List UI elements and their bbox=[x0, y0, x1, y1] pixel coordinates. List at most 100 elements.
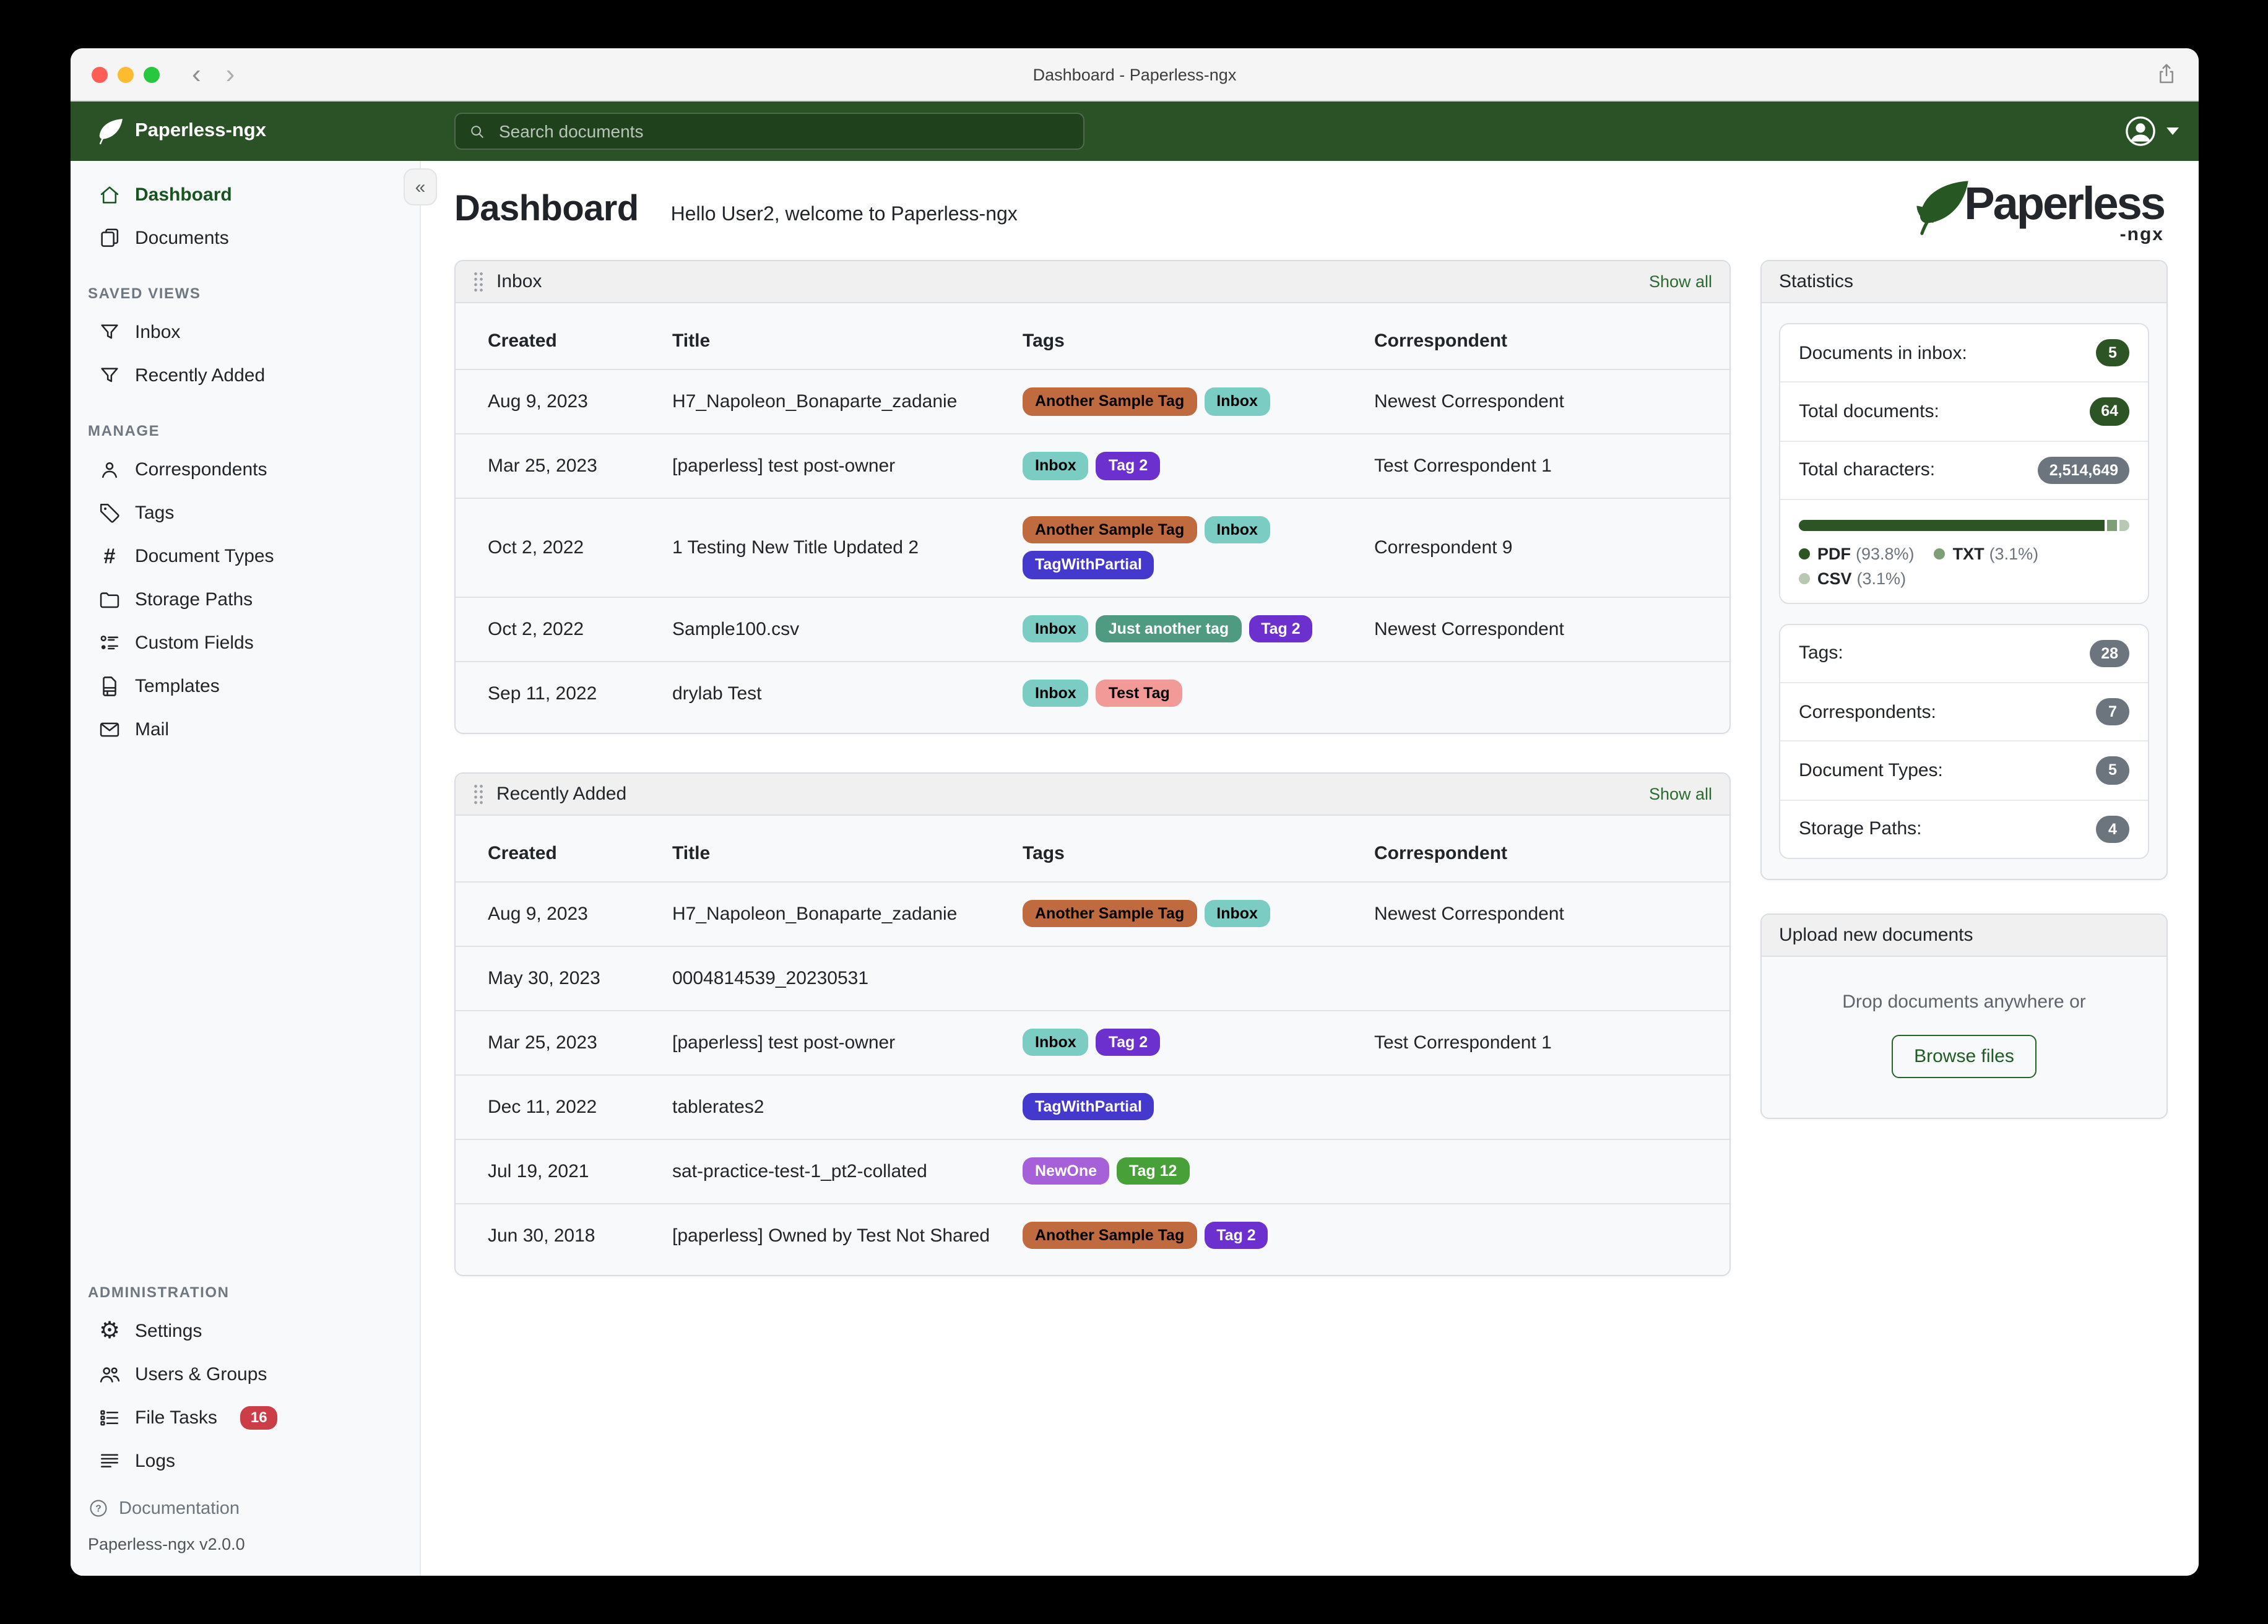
sidebar-item-dashboard[interactable]: Dashboard bbox=[71, 173, 420, 217]
sidebar-item-custom-fields[interactable]: Custom Fields bbox=[71, 621, 420, 665]
tag-pill[interactable]: Inbox bbox=[1204, 388, 1270, 416]
tag-pill[interactable]: Another Sample Tag bbox=[1023, 1222, 1197, 1250]
sidebar-item-settings[interactable]: ⚙Settings bbox=[71, 1310, 420, 1353]
greeting: Hello User2, welcome to Paperless-ngx bbox=[671, 204, 1018, 227]
upload-dropzone[interactable]: Drop documents anywhere or Browse files bbox=[1762, 957, 2166, 1118]
sidebar-item-mail[interactable]: Mail bbox=[71, 708, 420, 751]
browse-files-button[interactable]: Browse files bbox=[1892, 1035, 2036, 1078]
search-icon bbox=[468, 122, 487, 140]
document-title-link[interactable]: H7_Napoleon_Bonaparte_zadanie bbox=[672, 904, 1023, 925]
tag-pill[interactable]: NewOne bbox=[1023, 1157, 1109, 1185]
sidebar-item-label: Logs bbox=[135, 1451, 175, 1472]
cell-correspondent[interactable]: Correspondent 9 bbox=[1374, 537, 1697, 558]
app-brand[interactable]: Paperless-ngx bbox=[97, 118, 266, 145]
cell-created: Oct 2, 2022 bbox=[488, 537, 672, 558]
sidebar-item-tags[interactable]: Tags bbox=[71, 491, 420, 535]
cell-tags: Another Sample TagInbox bbox=[1023, 900, 1374, 928]
cell-correspondent[interactable]: Newest Correspondent bbox=[1374, 619, 1697, 640]
sidebar-item-templates[interactable]: Templates bbox=[71, 665, 420, 708]
tag-pill[interactable]: Inbox bbox=[1204, 516, 1270, 544]
share-icon[interactable] bbox=[2154, 61, 2179, 88]
stat-badge: 64 bbox=[2090, 398, 2129, 426]
avatar bbox=[2124, 115, 2157, 147]
cell-correspondent[interactable]: Newest Correspondent bbox=[1374, 904, 1697, 925]
cell-created: Jun 30, 2018 bbox=[488, 1225, 672, 1246]
cell-correspondent[interactable]: Test Correspondent 1 bbox=[1374, 1032, 1697, 1053]
sidebar-item-file-tasks[interactable]: File Tasks16 bbox=[71, 1396, 420, 1440]
sidebar-item-users-groups[interactable]: Users & Groups bbox=[71, 1353, 420, 1396]
sidebar-item-label: Storage Paths bbox=[135, 589, 253, 610]
cell-correspondent[interactable]: Newest Correspondent bbox=[1374, 391, 1697, 412]
document-title-link[interactable]: tablerates2 bbox=[672, 1097, 1023, 1118]
tag-pill[interactable]: Tag 2 bbox=[1204, 1222, 1268, 1250]
sidebar-item-document-types[interactable]: #Document Types bbox=[71, 535, 420, 578]
user-menu[interactable] bbox=[2124, 115, 2179, 147]
table-header-row: CreatedTitleTagsCorrespondent bbox=[456, 303, 1729, 369]
back-arrow-icon[interactable]: ‹ bbox=[192, 61, 201, 88]
sidebar-item-label: Correspondents bbox=[135, 459, 267, 480]
home-icon bbox=[98, 183, 121, 207]
tag-pill[interactable]: Inbox bbox=[1023, 452, 1089, 480]
tag-pill[interactable]: Inbox bbox=[1023, 680, 1089, 707]
tag-pill[interactable]: Another Sample Tag bbox=[1023, 516, 1197, 544]
logo-suffix: -ngx bbox=[2120, 224, 2164, 245]
tag-pill[interactable]: Tag 2 bbox=[1096, 452, 1160, 480]
drag-handle-icon[interactable] bbox=[473, 784, 484, 805]
template-icon bbox=[98, 675, 121, 698]
sidebar-item-inbox[interactable]: Inbox bbox=[71, 311, 420, 354]
stat-row-tags[interactable]: Tags:28 bbox=[1780, 625, 2148, 683]
tag-pill[interactable]: Another Sample Tag bbox=[1023, 388, 1197, 416]
tag-pill[interactable]: Just another tag bbox=[1096, 615, 1242, 643]
sidebar-item-documentation[interactable]: ? Documentation bbox=[88, 1490, 402, 1526]
legend-item-pdf: PDF(93.8%) bbox=[1799, 545, 1915, 563]
sidebar-item-logs[interactable]: Logs bbox=[71, 1440, 420, 1483]
tag-pill[interactable]: Tag 12 bbox=[1117, 1157, 1189, 1185]
document-title-link[interactable]: Sample100.csv bbox=[672, 619, 1023, 640]
table-header-row: CreatedTitleTagsCorrespondent bbox=[456, 816, 1729, 881]
tag-pill[interactable]: Tag 2 bbox=[1096, 1029, 1160, 1056]
inbox-show-all-link[interactable]: Show all bbox=[1649, 272, 1712, 291]
tag-pill[interactable]: Another Sample Tag bbox=[1023, 900, 1197, 928]
document-title-link[interactable]: drylab Test bbox=[672, 683, 1023, 704]
tag-pill[interactable]: Inbox bbox=[1023, 615, 1089, 643]
document-title-link[interactable]: sat-practice-test-1_pt2-collated bbox=[672, 1161, 1023, 1182]
stat-row-correspondents[interactable]: Correspondents:7 bbox=[1780, 682, 2148, 741]
sidebar-item-label: Tags bbox=[135, 503, 174, 524]
search-box[interactable] bbox=[454, 113, 1084, 150]
document-title-link[interactable]: H7_Napoleon_Bonaparte_zadanie bbox=[672, 391, 1023, 412]
statistics-summary-card: Documents in inbox:5Total documents:64To… bbox=[1779, 323, 2149, 604]
document-title-link[interactable]: [paperless] test post-owner bbox=[672, 1032, 1023, 1053]
legend-pct: (3.1%) bbox=[1857, 569, 1907, 588]
document-title-link[interactable]: 1 Testing New Title Updated 2 bbox=[672, 537, 1023, 558]
tag-pill[interactable]: TagWithPartial bbox=[1023, 551, 1154, 579]
sidebar-item-documents[interactable]: Documents bbox=[71, 217, 420, 260]
document-title-link[interactable]: [paperless] Owned by Test Not Shared bbox=[672, 1225, 1023, 1246]
tag-pill[interactable]: Tag 2 bbox=[1249, 615, 1312, 643]
cell-created: Jul 19, 2021 bbox=[488, 1161, 672, 1182]
stat-row-document-types[interactable]: Document Types:5 bbox=[1780, 741, 2148, 800]
tag-pill[interactable]: Test Tag bbox=[1096, 680, 1182, 707]
sidebar-item-correspondents[interactable]: Correspondents bbox=[71, 448, 420, 491]
main-content: Dashboard Hello User2, welcome to Paperl… bbox=[421, 161, 2199, 1576]
drag-handle-icon[interactable] bbox=[473, 271, 484, 292]
forward-arrow-icon[interactable]: › bbox=[226, 61, 235, 88]
dashboard-columns: Inbox Show all CreatedTitleTagsCorrespon… bbox=[454, 260, 2168, 1276]
tag-pill[interactable]: Inbox bbox=[1023, 1029, 1089, 1056]
stat-row-storage-paths[interactable]: Storage Paths:4 bbox=[1780, 799, 2148, 858]
document-title-link[interactable]: 0004814539_20230531 bbox=[672, 968, 1023, 989]
stat-badge: 2,514,649 bbox=[2038, 456, 2129, 484]
sidebar-collapse-button[interactable]: « bbox=[404, 168, 437, 205]
stat-row-total-characters[interactable]: Total characters:2,514,649 bbox=[1780, 440, 2148, 499]
brand-label: Paperless-ngx bbox=[135, 120, 266, 142]
sidebar-item-storage-paths[interactable]: Storage Paths bbox=[71, 578, 420, 621]
stat-label: Tags: bbox=[1799, 643, 1843, 664]
tag-pill[interactable]: Inbox bbox=[1204, 900, 1270, 928]
stat-row-total-documents[interactable]: Total documents:64 bbox=[1780, 382, 2148, 441]
cell-correspondent[interactable]: Test Correspondent 1 bbox=[1374, 456, 1697, 477]
search-input[interactable] bbox=[496, 120, 1071, 142]
tag-pill[interactable]: TagWithPartial bbox=[1023, 1093, 1154, 1121]
document-title-link[interactable]: [paperless] test post-owner bbox=[672, 456, 1023, 477]
stat-row-documents-in-inbox[interactable]: Documents in inbox:5 bbox=[1780, 324, 2148, 382]
sidebar-item-recently-added[interactable]: Recently Added bbox=[71, 354, 420, 397]
recently-added-show-all-link[interactable]: Show all bbox=[1649, 785, 1712, 803]
